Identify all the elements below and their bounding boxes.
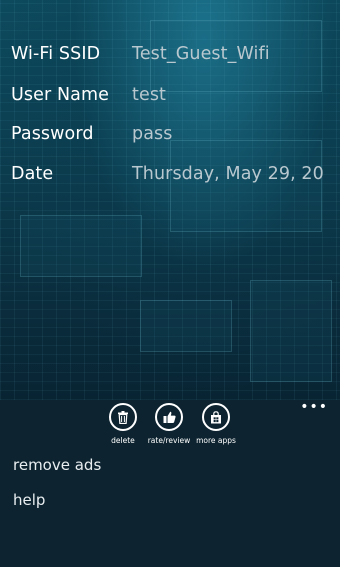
trash-icon: [109, 403, 137, 431]
bg-panel: [20, 215, 142, 277]
ssid-label: Wi-Fi SSID: [11, 44, 101, 64]
username-label: User Name: [11, 85, 109, 105]
thumbs-up-icon: [155, 403, 183, 431]
store-icon: [202, 403, 230, 431]
bg-panel: [250, 280, 332, 382]
ssid-row: Wi-Fi SSID Test_Guest_Wifi: [11, 37, 270, 71]
menu-item-help[interactable]: help: [13, 491, 45, 509]
bg-panel: [140, 300, 232, 352]
password-value[interactable]: pass: [132, 124, 172, 144]
password-row: Password pass: [11, 117, 172, 151]
username-value[interactable]: test: [132, 85, 166, 105]
username-row: User Name test: [11, 78, 166, 112]
more-options-icon[interactable]: •••: [300, 400, 328, 414]
ssid-value[interactable]: Test_Guest_Wifi: [132, 44, 270, 64]
date-value[interactable]: Thursday, May 29, 20: [132, 164, 324, 184]
menu-item-remove-ads[interactable]: remove ads: [13, 456, 101, 474]
password-label: Password: [11, 124, 94, 144]
more-apps-button[interactable]: more apps: [186, 403, 246, 445]
app-bar: delete rate/review more apps ••• remove …: [0, 400, 340, 567]
date-label: Date: [11, 164, 54, 184]
more-apps-label: more apps: [196, 436, 236, 445]
date-row: Date Thursday, May 29, 20: [11, 157, 324, 191]
